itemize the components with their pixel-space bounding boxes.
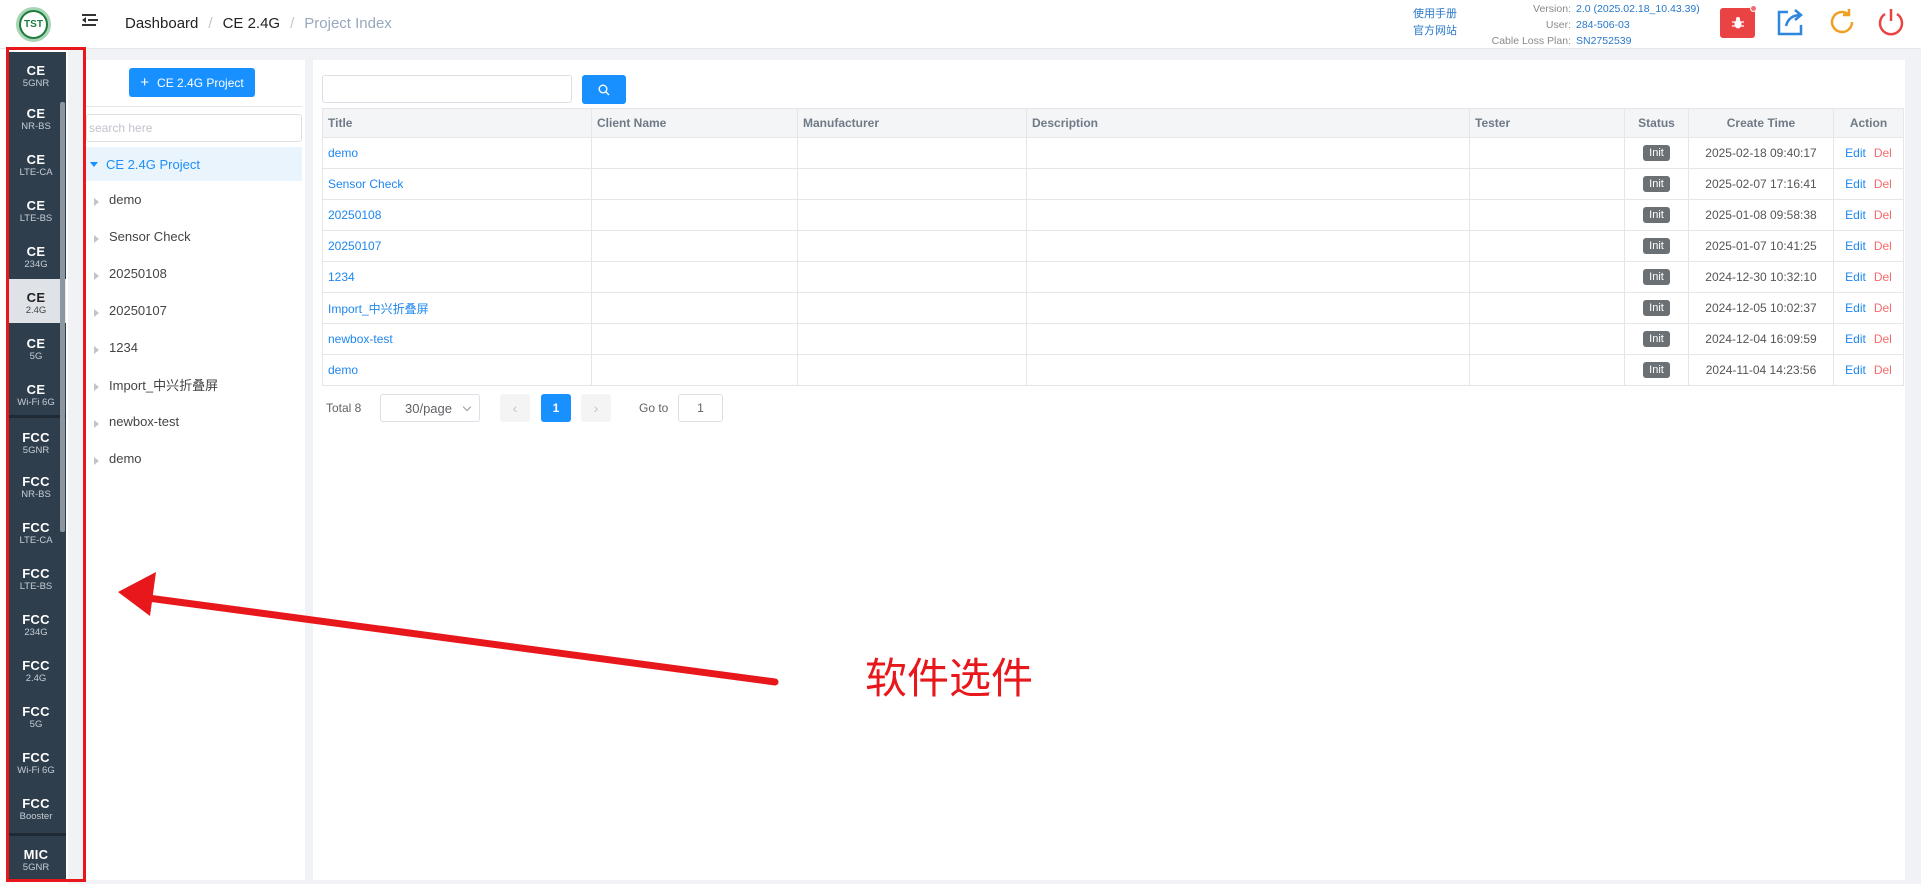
app-window: TST Dashboard / CE 2.4G / Project Index …	[0, 0, 1921, 884]
annotation-arrow	[118, 572, 779, 686]
annotation-label: 软件选件	[865, 655, 1034, 702]
